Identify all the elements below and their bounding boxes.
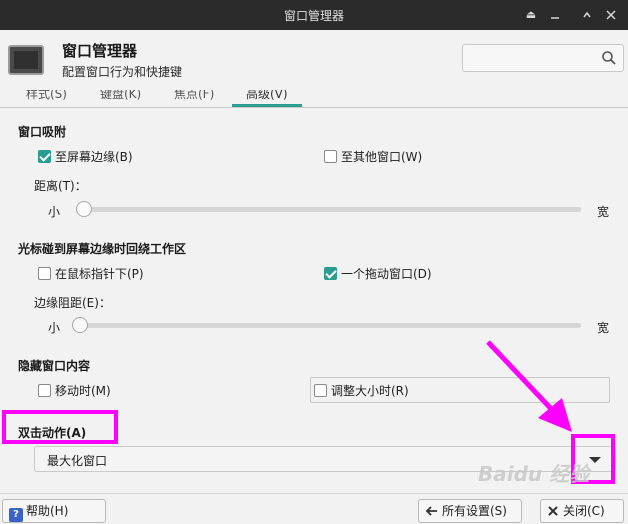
checkbox-checked-icon[interactable] [324,267,337,280]
tab-focus[interactable]: 焦点(F) [174,90,214,107]
header-title: 窗口管理器 [62,42,138,60]
checkbox-unchecked-icon[interactable] [38,267,51,280]
search-icon [602,51,616,65]
distance-label: 距离(T)： [34,179,87,193]
checkbox-wrap-mouse-pointer[interactable]: 在鼠标指针下(P) [38,266,144,282]
checkbox-unchecked-icon[interactable] [314,384,327,397]
close-icon[interactable] [602,6,620,24]
resistance-slider[interactable] [76,323,581,328]
all-settings-button[interactable]: 所有设置(S) [418,499,522,523]
checkbox-hide-on-move[interactable]: 移动时(M) [38,383,111,399]
minimize-icon[interactable] [546,6,564,24]
close-button[interactable]: 关闭(C) [540,499,624,523]
double-click-selected-value: 最大化窗口 [47,454,108,468]
resistance-slider-handle[interactable] [72,317,88,333]
baidu-watermark-logo: Baidu 经验 [478,462,590,486]
checkbox-snap-other-windows[interactable]: 至其他窗口(W) [324,149,422,165]
all-settings-label: 所有设置(S) [442,504,507,518]
checkbox-checked-icon[interactable] [38,150,51,163]
dialog-footer: ? 帮助(H) 所有设置(S) 关闭(C) [0,493,628,524]
checkbox-wrap-dragged-window[interactable]: 一个拖动窗口(D) [324,266,432,282]
wrap-dragged-window-label: 一个拖动窗口(D) [341,267,432,281]
checkbox-hide-on-resize[interactable]: 调整大小时(R) [314,383,409,399]
annotation-highlight-label [2,410,118,444]
tab-advanced[interactable]: 高级(V) [232,90,302,107]
dialog-header: 窗口管理器 配置窗口行为和快捷键 [0,30,628,90]
annotation-arrow-icon [486,340,572,432]
resistance-slider-min: 小 [48,321,61,335]
help-button[interactable]: ? 帮助(H) [2,499,106,523]
checkbox-snap-screen-edge[interactable]: 至屏幕边缘(B) [38,149,133,165]
search-input[interactable] [469,49,599,67]
checkbox-unchecked-icon[interactable] [324,150,337,163]
distance-slider-max: 宽 [597,205,610,219]
tab-bar: 样式(S) 键盘(K) 焦点(F) 高级(V) [0,90,628,108]
hide-on-resize-label: 调整大小时(R) [331,384,409,398]
help-button-label: 帮助(H) [26,504,69,518]
snap-screen-edge-label: 至屏幕边缘(B) [55,150,133,164]
edge-resistance-label: 边缘阻距(E)： [34,296,111,310]
header-subtitle: 配置窗口行为和快捷键 [62,65,183,79]
section-window-snapping: 窗口吸附 [18,125,67,139]
hide-on-move-label: 移动时(M) [55,384,111,398]
maximize-icon[interactable] [578,6,596,24]
distance-slider[interactable] [76,207,581,212]
tab-style[interactable]: 样式(S) [26,90,67,107]
search-box[interactable] [462,44,624,72]
wrap-mouse-pointer-label: 在鼠标指针下(P) [55,267,144,281]
window-titlebar: 窗口管理器 ⏏ [0,0,628,30]
distance-slider-min: 小 [48,205,61,219]
close-button-label: 关闭(C) [563,504,605,518]
tab-keyboard[interactable]: 键盘(K) [100,90,141,107]
help-icon: ? [9,508,23,522]
resistance-slider-max: 宽 [597,321,610,335]
shade-icon[interactable]: ⏏ [522,6,540,24]
section-hide-content: 隐藏窗口内容 [18,359,91,373]
distance-slider-handle[interactable] [76,201,92,217]
checkbox-unchecked-icon[interactable] [38,384,51,397]
section-wrap-workspaces: 光标碰到屏幕边缘时回绕工作区 [18,242,187,256]
snap-other-windows-label: 至其他窗口(W) [341,150,423,164]
close-x-icon [548,506,558,516]
arrow-left-icon [425,506,437,516]
window-manager-icon [8,45,44,75]
